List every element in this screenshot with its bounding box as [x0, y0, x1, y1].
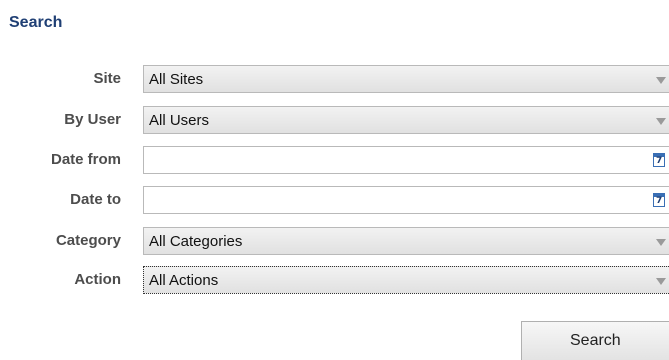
by-user-select[interactable]: All Users	[143, 106, 669, 134]
action-select-value: All Actions	[149, 272, 219, 289]
search-button[interactable]: Search	[521, 321, 669, 360]
site-row: Site All Sites	[0, 65, 669, 95]
action-select[interactable]: All Actions	[143, 266, 669, 294]
calendar-day: 7	[656, 156, 663, 166]
action-row: Action All Actions	[0, 266, 669, 296]
site-select-value: All Sites	[149, 71, 204, 88]
search-title: Search	[9, 14, 63, 31]
date-from-input[interactable]: 7	[143, 146, 669, 174]
calendar-icon[interactable]: 7	[653, 193, 665, 207]
dropdown-arrow-icon[interactable]	[656, 278, 666, 285]
category-select[interactable]: All Categories	[143, 227, 669, 255]
date-from-row: Date from 7	[0, 146, 669, 176]
by-user-label: By User	[64, 111, 121, 128]
calendar-day: 7	[656, 196, 663, 206]
category-select-value: All Categories	[149, 233, 243, 250]
calendar-icon[interactable]: 7	[653, 153, 665, 167]
date-from-label: Date from	[50, 151, 121, 168]
site-select[interactable]: All Sites	[143, 65, 669, 93]
date-to-input[interactable]: 7	[143, 186, 669, 214]
by-user-row: By User All Users	[0, 106, 669, 136]
action-label: Action	[74, 271, 121, 288]
dropdown-arrow-icon[interactable]	[656, 77, 666, 84]
date-to-row: Date to 7	[0, 186, 669, 216]
category-label: Category	[55, 232, 121, 249]
dropdown-arrow-icon[interactable]	[656, 239, 666, 246]
dropdown-arrow-icon[interactable]	[656, 118, 666, 125]
category-row: Category All Categories	[0, 227, 669, 257]
site-label: Site	[93, 70, 121, 87]
date-to-label: Date to	[70, 191, 121, 208]
search-button-label: Search	[570, 332, 621, 349]
by-user-select-value: All Users	[149, 112, 210, 129]
